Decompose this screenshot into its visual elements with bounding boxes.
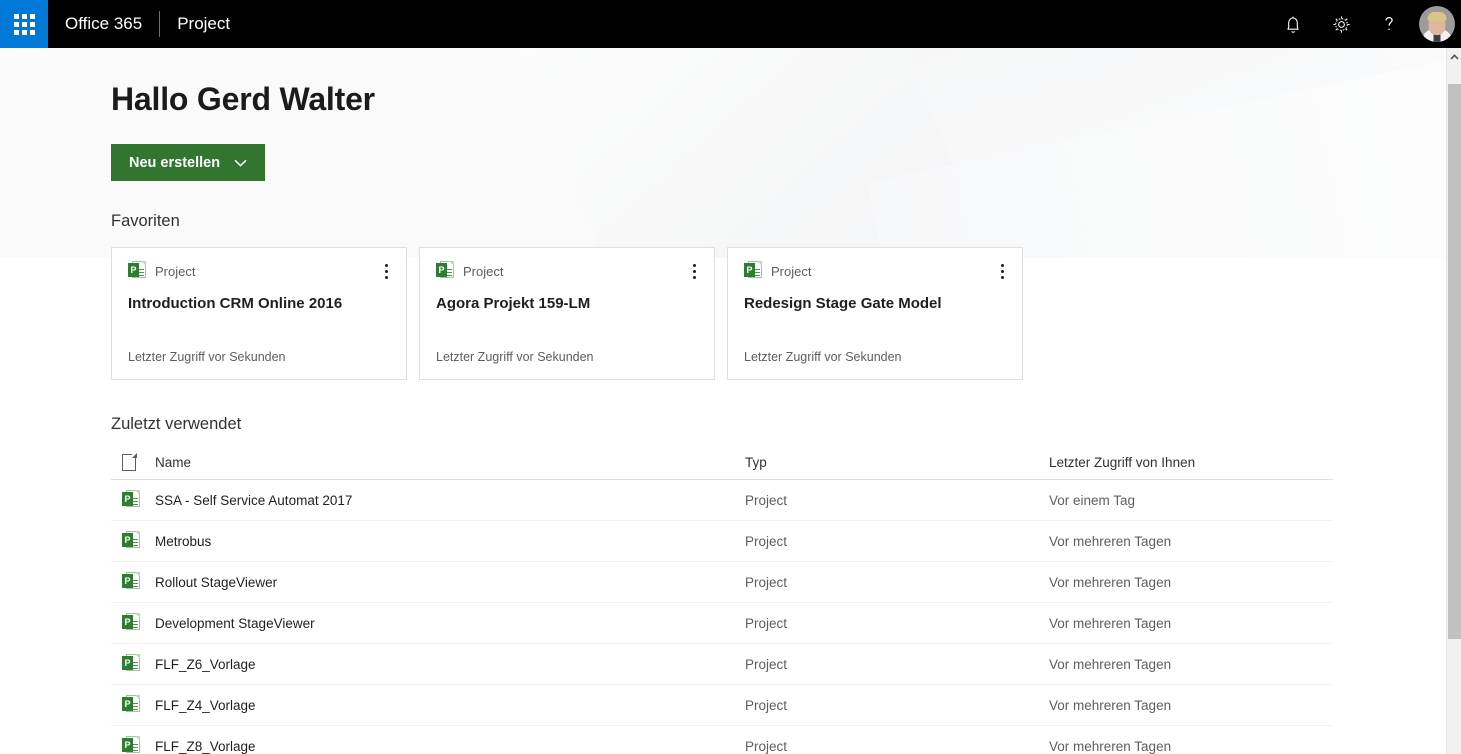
table-header-row: Name Typ Letzter Zugriff von Ihnen	[111, 446, 1333, 480]
table-row[interactable]: P Rollout StageViewer Project Vor mehrer…	[111, 562, 1333, 603]
table-row[interactable]: P Metrobus Project Vor mehreren Tagen	[111, 521, 1333, 562]
favorite-card-type: Project	[463, 263, 504, 279]
project-file-icon: P	[111, 654, 155, 674]
vertical-scrollbar[interactable]	[1446, 48, 1461, 754]
suite-bar-actions	[1269, 0, 1461, 48]
page-body: Hallo Gerd Walter Neu erstellen Favorite…	[0, 48, 1446, 754]
more-options-icon[interactable]	[376, 259, 396, 283]
favorite-card-type: Project	[771, 263, 812, 279]
row-accessed: Vor mehreren Tagen	[1049, 615, 1172, 631]
project-file-icon: P	[111, 490, 155, 510]
favorite-card[interactable]: P Project Redesign Stage Gate Model Letz…	[727, 247, 1023, 380]
favorite-card-header: P Project	[744, 261, 1006, 281]
project-file-icon: P	[128, 261, 146, 281]
row-accessed: Vor mehreren Tagen	[1049, 738, 1172, 754]
waffle-grid	[13, 13, 35, 35]
avatar-image	[1419, 6, 1455, 42]
favorite-card-name: Redesign Stage Gate Model	[744, 295, 942, 312]
project-file-icon: P	[111, 736, 155, 754]
page-title: Hallo Gerd Walter	[111, 81, 375, 117]
row-name: FLF_Z4_Vorlage	[155, 697, 256, 713]
suite-brand-office365[interactable]: Office 365	[48, 0, 159, 48]
favorites-section-title: Favoriten	[111, 212, 180, 230]
suite-bar: Office 365 Project	[0, 0, 1461, 48]
favorite-card-access: Letzter Zugriff vor Sekunden	[436, 350, 594, 364]
favorite-card-access: Letzter Zugriff vor Sekunden	[128, 350, 286, 364]
create-new-button[interactable]: Neu erstellen	[111, 144, 266, 181]
scrollbar-track[interactable]	[1447, 65, 1461, 84]
notifications-icon[interactable]	[1269, 0, 1317, 48]
row-accessed: Vor mehreren Tagen	[1049, 697, 1172, 713]
row-type: Project	[745, 656, 788, 672]
suite-app-name-project[interactable]: Project	[160, 0, 247, 48]
row-type: Project	[745, 738, 788, 754]
project-file-icon: P	[436, 261, 454, 281]
recent-section-title: Zuletzt verwendet	[111, 415, 242, 433]
table-row[interactable]: P FLF_Z6_Vorlage Project Vor mehreren Ta…	[111, 644, 1333, 685]
row-type: Project	[745, 574, 788, 590]
table-row[interactable]: P Development StageViewer Project Vor me…	[111, 603, 1333, 644]
column-header-type[interactable]: Typ	[745, 455, 1049, 470]
avatar-hair	[1427, 12, 1447, 21]
row-type: Project	[745, 533, 788, 549]
avatar[interactable]	[1413, 0, 1461, 48]
column-header-name[interactable]: Name	[155, 455, 745, 470]
table-row[interactable]: P FLF_Z8_Vorlage Project Vor mehreren Ta…	[111, 726, 1333, 754]
chevron-down-icon	[234, 159, 247, 167]
more-options-icon[interactable]	[992, 259, 1012, 283]
row-type: Project	[745, 615, 788, 631]
row-type: Project	[745, 492, 788, 508]
settings-icon[interactable]	[1317, 0, 1365, 48]
create-new-button-label: Neu erstellen	[129, 154, 221, 171]
table-row[interactable]: P FLF_Z4_Vorlage Project Vor mehreren Ta…	[111, 685, 1333, 726]
project-file-icon: P	[111, 613, 155, 633]
favorite-card[interactable]: P Project Introduction CRM Online 2016 L…	[111, 247, 407, 380]
favorite-card-access: Letzter Zugriff vor Sekunden	[744, 350, 902, 364]
row-accessed: Vor mehreren Tagen	[1049, 533, 1172, 549]
project-file-icon: P	[111, 695, 155, 715]
chevron-up-icon[interactable]	[1447, 48, 1461, 65]
recent-files-table: Name Typ Letzter Zugriff von Ihnen P SSA…	[111, 446, 1333, 754]
favorite-card-header: P Project	[128, 261, 390, 281]
document-icon	[111, 453, 155, 471]
row-type: Project	[745, 697, 788, 713]
favorite-card-name: Agora Projekt 159-LM	[436, 295, 591, 312]
help-icon[interactable]	[1365, 0, 1413, 48]
table-row[interactable]: P SSA - Self Service Automat 2017 Projec…	[111, 480, 1333, 521]
favorite-card[interactable]: P Project Agora Projekt 159-LM Letzter Z…	[419, 247, 715, 380]
favorites-card-list: P Project Introduction CRM Online 2016 L…	[111, 247, 1023, 380]
scrollbar-thumb[interactable]	[1448, 84, 1461, 639]
app-launcher-waffle-icon[interactable]	[0, 0, 48, 48]
more-options-icon[interactable]	[684, 259, 704, 283]
project-file-icon: P	[111, 572, 155, 592]
column-header-accessed[interactable]: Letzter Zugriff von Ihnen	[1049, 455, 1333, 470]
project-file-icon: P	[111, 531, 155, 551]
row-name: SSA - Self Service Automat 2017	[155, 492, 353, 508]
row-name: FLF_Z6_Vorlage	[155, 656, 256, 672]
favorite-card-name: Introduction CRM Online 2016	[128, 295, 343, 312]
row-name: Rollout StageViewer	[155, 574, 278, 590]
row-accessed: Vor mehreren Tagen	[1049, 574, 1172, 590]
row-accessed: Vor mehreren Tagen	[1049, 656, 1172, 672]
row-name: Metrobus	[155, 533, 212, 549]
project-file-icon: P	[744, 261, 762, 281]
row-name: FLF_Z8_Vorlage	[155, 738, 256, 754]
row-name: Development StageViewer	[155, 615, 315, 631]
favorite-card-header: P Project	[436, 261, 698, 281]
favorite-card-type: Project	[155, 263, 196, 279]
row-accessed: Vor einem Tag	[1049, 492, 1136, 508]
